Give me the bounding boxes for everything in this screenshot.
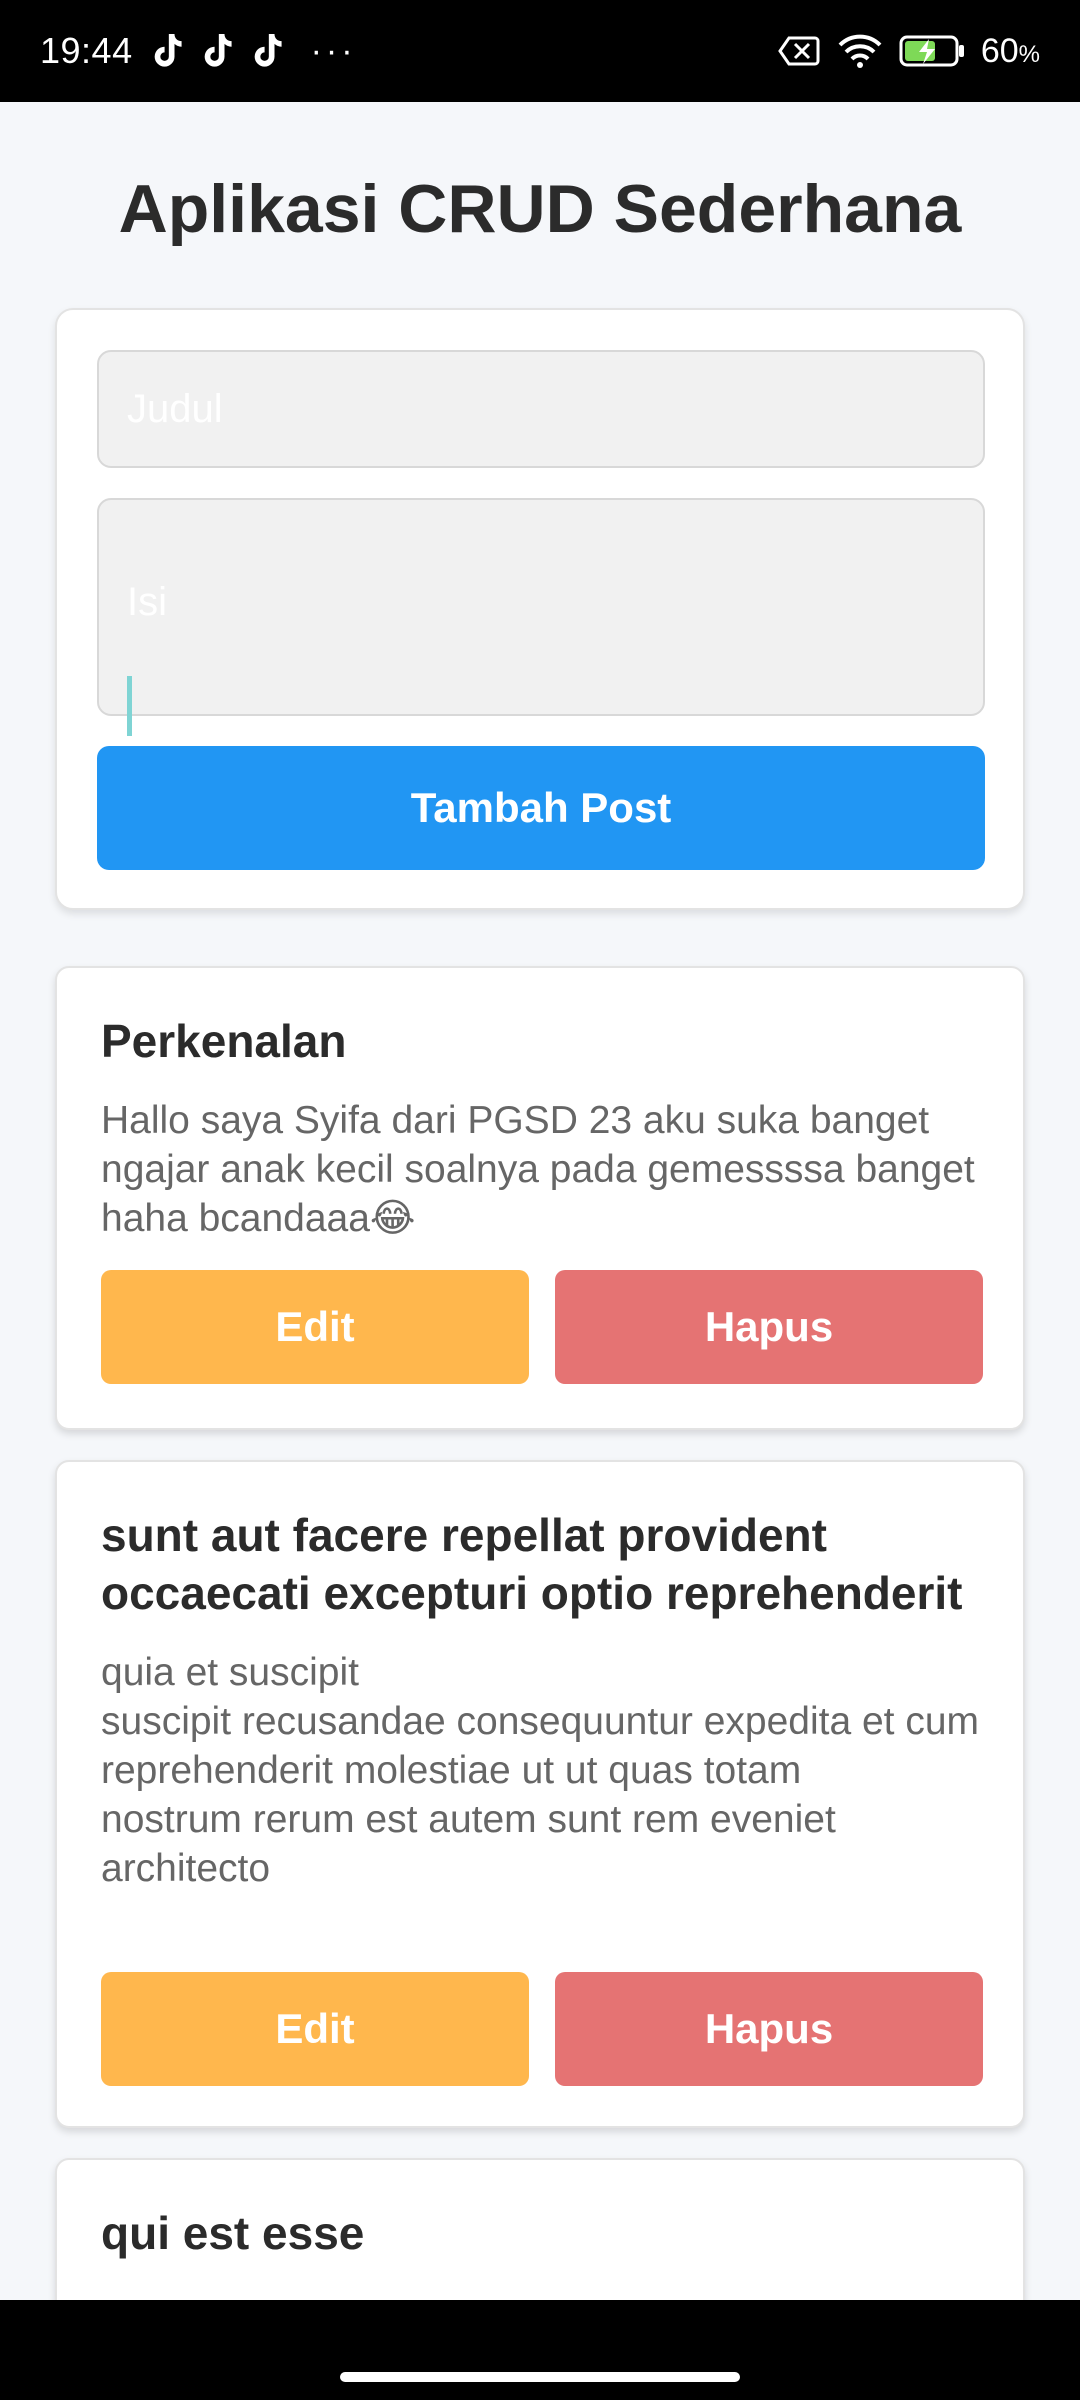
battery-percent: 60% — [980, 31, 1040, 70]
status-time: 19:44 — [40, 30, 133, 71]
navigation-bar — [0, 2300, 1080, 2400]
add-post-button[interactable]: Tambah Post — [97, 746, 985, 870]
edit-button[interactable]: Edit — [101, 1270, 529, 1384]
post-body: Hallo saya Syifa dari PGSD 23 aku suka b… — [101, 1099, 975, 1240]
home-indicator[interactable] — [340, 2372, 740, 2382]
no-sim-icon — [778, 36, 820, 66]
post-body: quia et suscipit suscipit recusandae con… — [101, 1651, 980, 1890]
more-notifications-icon: ··· — [310, 31, 357, 70]
post-title: qui est esse — [101, 2207, 365, 2259]
post-form-card: Tambah Post — [55, 308, 1025, 910]
post-title: sunt aut facere repellat provident occae… — [101, 1509, 963, 1619]
tiktok-icon — [204, 34, 232, 67]
tiktok-icon — [254, 34, 282, 67]
post-title: Perkenalan — [101, 1015, 347, 1067]
battery-charging-icon — [899, 35, 964, 67]
post-card: qui est esse — [55, 2158, 1025, 2300]
delete-button[interactable]: Hapus — [555, 1972, 983, 2086]
title-input[interactable] — [97, 350, 985, 468]
status-right: 60% — [777, 32, 1040, 71]
page-title: Aplikasi CRUD Sederhana — [118, 171, 962, 247]
edit-button[interactable]: Edit — [101, 1972, 529, 2086]
status-left: 19:44 ··· — [40, 30, 357, 72]
app-viewport[interactable]: Aplikasi CRUD Sederhana Tambah Post Perk… — [0, 102, 1080, 2300]
post-card: Perkenalan Hallo saya Syifa dari PGSD 23… — [55, 966, 1025, 1430]
post-card: sunt aut facere repellat provident occae… — [55, 1460, 1025, 2128]
wifi-icon — [838, 34, 882, 68]
status-bar: 19:44 ··· 60% — [0, 0, 1080, 102]
text-cursor — [127, 676, 132, 736]
tiktok-icon — [154, 34, 182, 67]
content-textarea[interactable] — [97, 498, 985, 716]
delete-button[interactable]: Hapus — [555, 1270, 983, 1384]
